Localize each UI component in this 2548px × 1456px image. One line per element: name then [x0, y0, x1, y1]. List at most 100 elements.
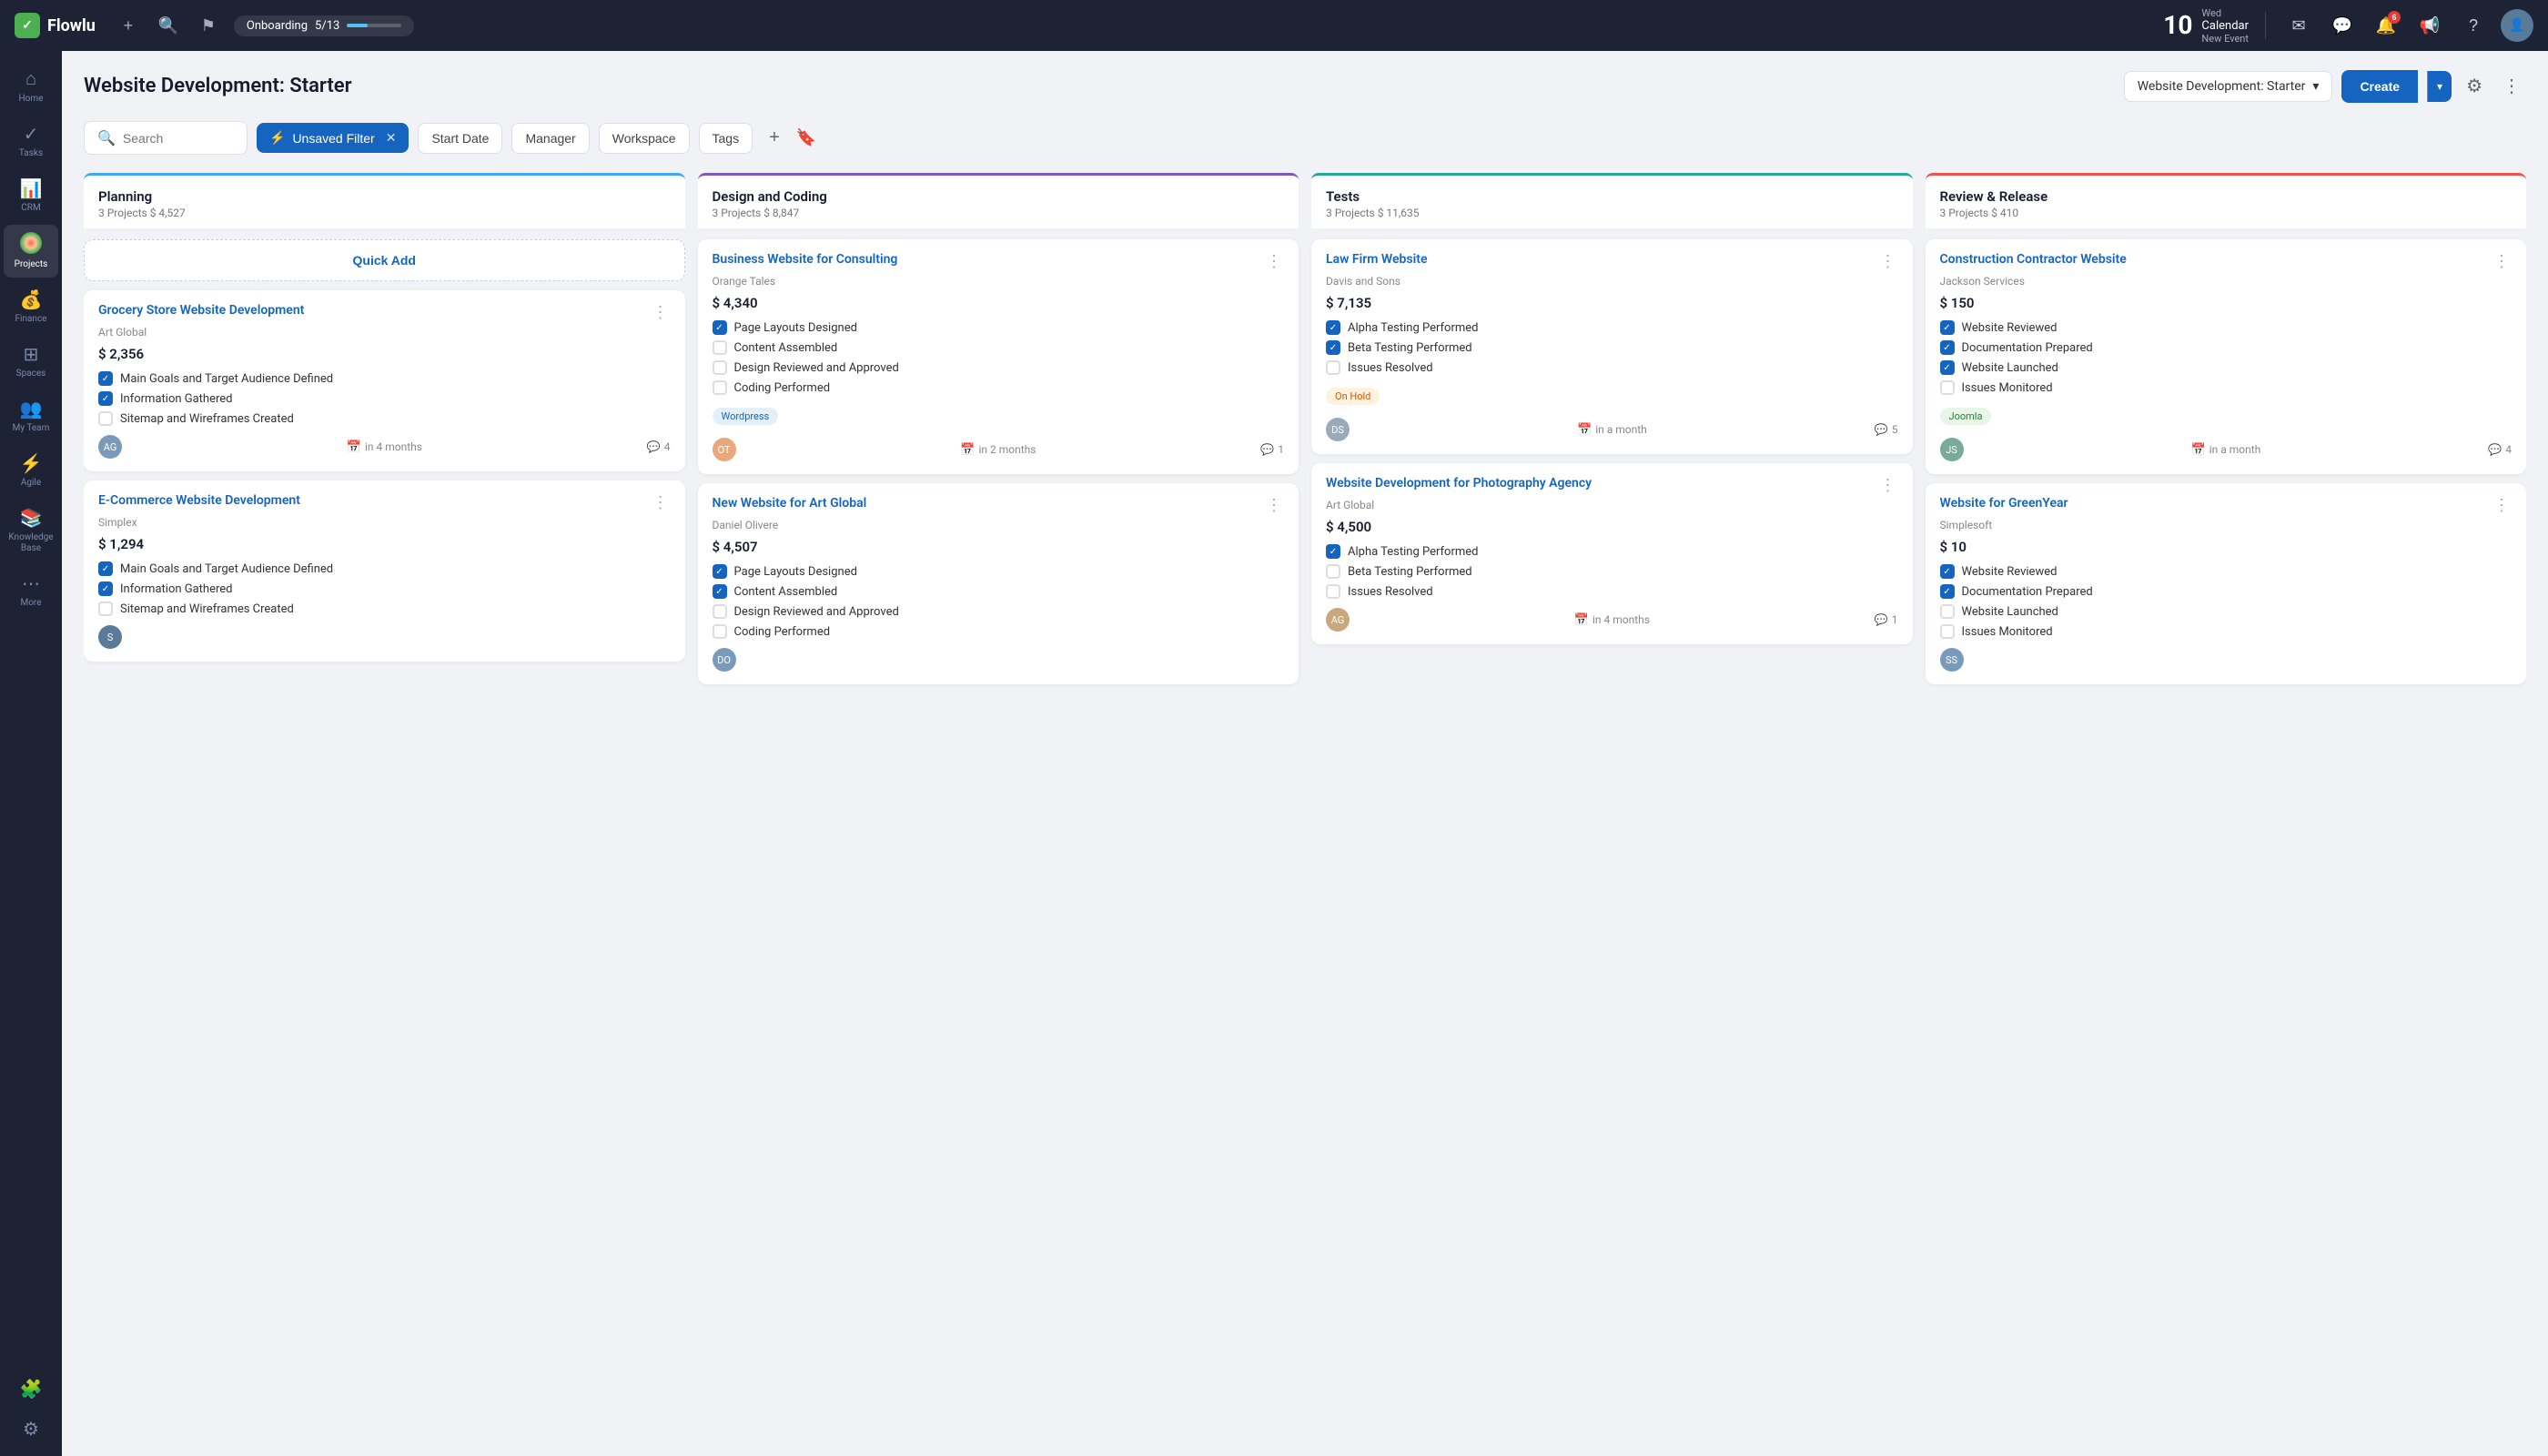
topnav: ✓ Flowlu + 🔍 ⚑ Onboarding 5/13 10 Wed Ca…: [0, 0, 2548, 51]
create-button[interactable]: Create: [2341, 70, 2418, 103]
toolbar: 🔍 ⚡ Unsaved Filter ✕ Start Date Manager …: [84, 121, 2526, 155]
card-date: 📅in 2 months: [960, 443, 1036, 457]
card-footer: JS 📅in a month 💬4: [1940, 438, 2513, 461]
page-header-actions: Website Development: Starter ▾ Create ▾ …: [2124, 69, 2526, 103]
sidebar-item-projects[interactable]: Projects: [4, 225, 58, 278]
checkbox[interactable]: ✓: [98, 391, 113, 406]
search-input[interactable]: [123, 131, 232, 146]
checkbox[interactable]: ✓: [98, 581, 113, 596]
checkbox[interactable]: [98, 602, 113, 616]
checkbox[interactable]: [1940, 624, 1955, 639]
project-selector[interactable]: Website Development: Starter ▾: [2124, 71, 2333, 102]
card-menu-art-global[interactable]: ⋮: [1264, 496, 1284, 515]
calendar-icon: 📅: [960, 443, 975, 457]
create-dropdown-arrow[interactable]: ▾: [2427, 71, 2452, 102]
manager-button[interactable]: Manager: [511, 123, 589, 154]
chat-button[interactable]: 💬: [2326, 9, 2359, 42]
checkbox[interactable]: ✓: [1326, 544, 1340, 559]
mail-button[interactable]: ✉: [2282, 9, 2315, 42]
card-tag[interactable]: On Hold: [1326, 388, 1380, 405]
filter-close-icon[interactable]: ✕: [386, 130, 397, 146]
card-menu-photography[interactable]: ⋮: [1878, 476, 1898, 495]
sidebar-item-home[interactable]: ⌂ Home: [4, 60, 58, 112]
tags-button[interactable]: Tags: [699, 123, 753, 154]
checkbox[interactable]: ✓: [713, 584, 727, 599]
sidebar-item-agile[interactable]: ⚡ Agile: [4, 445, 58, 496]
checkbox[interactable]: ✓: [713, 320, 727, 335]
sidebar-item-spaces[interactable]: ⊞ Spaces: [4, 336, 58, 387]
checklist-text: Documentation Prepared: [1962, 341, 2093, 355]
card-title-contractor[interactable]: Construction Contractor Website: [1940, 252, 2492, 267]
sidebar-item-tasks[interactable]: ✓ Tasks: [4, 116, 58, 167]
checkbox[interactable]: ✓: [98, 561, 113, 576]
card-title-lawfirm[interactable]: Law Firm Website: [1326, 252, 1878, 267]
add-filter-button[interactable]: +: [762, 124, 787, 152]
checkbox[interactable]: ✓: [1940, 340, 1955, 355]
card-title-business[interactable]: Business Website for Consulting: [713, 252, 1265, 267]
card-menu-contractor[interactable]: ⋮: [2492, 252, 2512, 271]
card-menu-lawfirm[interactable]: ⋮: [1878, 252, 1898, 271]
checkbox[interactable]: ✓: [1940, 360, 1955, 375]
checkbox[interactable]: [713, 340, 727, 355]
calendar-info: Wed Calendar New Event: [2201, 7, 2249, 45]
sidebar-item-myteam[interactable]: 👥 My Team: [4, 390, 58, 441]
card-menu-grocery[interactable]: ⋮: [651, 303, 671, 322]
card-header: Business Website for Consulting ⋮: [713, 252, 1285, 271]
start-date-button[interactable]: Start Date: [418, 123, 502, 154]
comment-icon: 💬: [647, 440, 661, 453]
checkbox[interactable]: ✓: [1940, 584, 1955, 599]
checklist-text: Design Reviewed and Approved: [734, 361, 899, 375]
checkbox[interactable]: [1940, 380, 1955, 395]
card-menu-ecommerce[interactable]: ⋮: [651, 493, 671, 512]
quick-add-button[interactable]: Quick Add: [84, 239, 685, 281]
checkbox[interactable]: ✓: [1326, 340, 1340, 355]
checkbox[interactable]: [1326, 564, 1340, 579]
card-price: $ 4,500: [1326, 519, 1898, 535]
help-button[interactable]: ?: [2457, 9, 2490, 42]
card-menu-business[interactable]: ⋮: [1264, 252, 1284, 271]
sidebar-item-puzzle[interactable]: 🧩: [4, 1370, 58, 1407]
card-company: Jackson Services: [1940, 275, 2513, 288]
sidebar-item-more[interactable]: ⋯ More: [4, 565, 58, 616]
sidebar-item-finance[interactable]: 💰 Finance: [4, 281, 58, 332]
checkbox[interactable]: [98, 411, 113, 426]
messages-button[interactable]: 📢: [2413, 9, 2446, 42]
user-avatar[interactable]: 👤: [2501, 9, 2533, 42]
checkbox[interactable]: [1326, 584, 1340, 599]
more-options-button[interactable]: ⋮: [2497, 69, 2526, 103]
checkbox[interactable]: [1940, 604, 1955, 619]
calendar-icon: 📅: [1574, 613, 1589, 627]
card-header: Construction Contractor Website ⋮: [1940, 252, 2513, 271]
sidebar-item-crm[interactable]: 📊 CRM: [4, 170, 58, 221]
card-title-ecommerce[interactable]: E-Commerce Website Development: [98, 493, 651, 508]
checkbox[interactable]: ✓: [1940, 320, 1955, 335]
checkbox[interactable]: [1326, 360, 1340, 375]
card-tag[interactable]: Wordpress: [713, 408, 779, 425]
workspace-button[interactable]: Workspace: [599, 123, 690, 154]
sidebar-item-knowledge[interactable]: 📚 Knowledge Base: [4, 500, 58, 561]
search-button[interactable]: 🔍: [154, 11, 183, 40]
checkbox[interactable]: [713, 360, 727, 375]
checkbox[interactable]: ✓: [1940, 564, 1955, 579]
card-menu-greenyear[interactable]: ⋮: [2492, 496, 2512, 515]
card-title-photography[interactable]: Website Development for Photography Agen…: [1326, 476, 1878, 490]
card-title-greenyear[interactable]: Website for GreenYear: [1940, 496, 2492, 511]
card-tag[interactable]: Joomla: [1940, 408, 1992, 425]
nav-icon-button[interactable]: ⚑: [194, 11, 223, 40]
checkbox[interactable]: [713, 624, 727, 639]
card-title-grocery[interactable]: Grocery Store Website Development: [98, 303, 651, 318]
filter-icon: ⚡: [269, 130, 285, 146]
checkbox[interactable]: ✓: [1326, 320, 1340, 335]
card-title-art-global[interactable]: New Website for Art Global: [713, 496, 1265, 511]
add-button[interactable]: +: [114, 11, 143, 40]
notifications-button[interactable]: 🔔 6: [2370, 9, 2402, 42]
checkbox[interactable]: ✓: [98, 371, 113, 386]
settings-gear-button[interactable]: ⚙: [2461, 69, 2488, 103]
checkbox[interactable]: ✓: [713, 564, 727, 579]
onboarding-pill[interactable]: Onboarding 5/13: [234, 15, 414, 36]
filter-button[interactable]: ⚡ Unsaved Filter ✕: [257, 123, 409, 153]
sidebar-item-settings[interactable]: ⚙: [4, 1410, 58, 1447]
checkbox[interactable]: [713, 604, 727, 619]
checkbox[interactable]: [713, 380, 727, 395]
bookmark-button[interactable]: 🔖: [796, 128, 816, 147]
